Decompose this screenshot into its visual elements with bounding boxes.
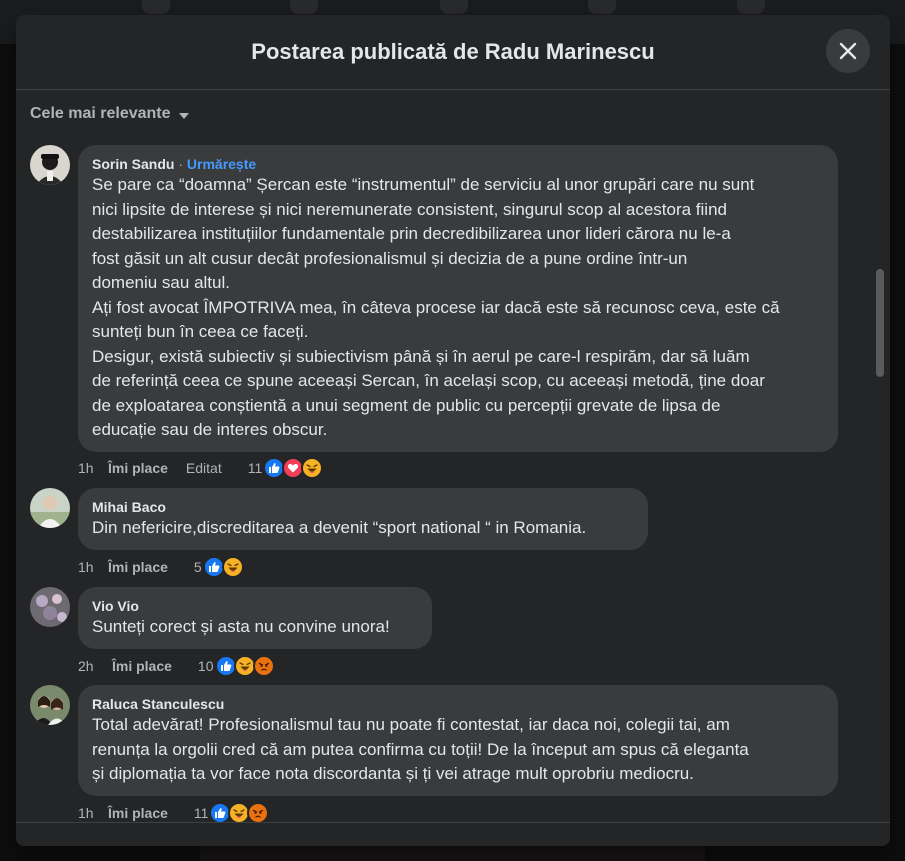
comment-time[interactable]: 1h: [78, 805, 108, 821]
comment-time[interactable]: 1h: [78, 460, 108, 476]
like-link[interactable]: Îmi place: [108, 559, 168, 575]
like-link[interactable]: Îmi place: [108, 805, 168, 821]
like-link[interactable]: Îmi place: [108, 460, 168, 476]
comment-bubble: Raluca Stanculescu Total adevărat! Profe…: [78, 685, 838, 796]
avatar[interactable]: [30, 685, 70, 725]
close-button[interactable]: [826, 29, 870, 73]
post-comments-dialog: Postarea publicată de Radu Marinescu Cel…: [16, 15, 890, 846]
avatar[interactable]: [30, 587, 70, 627]
comment-time[interactable]: 2h: [78, 658, 112, 674]
reaction-count: 11: [193, 805, 209, 821]
comment-author[interactable]: Mihai Baco: [92, 499, 166, 515]
comment-author-line: Raluca Stanculescu: [92, 695, 824, 713]
reaction-summary[interactable]: 11: [194, 802, 270, 822]
comment-author-line: Sorin Sandu · Urmărește: [92, 156, 257, 172]
comment-text: Din nefericire,discreditarea a devenit “…: [92, 518, 587, 537]
comment-author-line: Vio Vio: [92, 597, 418, 615]
background-nav-icon: [142, 0, 170, 14]
sort-label: Cele mai relevante: [30, 105, 171, 122]
reaction-count: 11: [247, 460, 263, 476]
background-post-image: [200, 846, 705, 861]
background-nav-icon: [290, 0, 318, 14]
comment-bubble: Sorin Sandu · Urmărește Se pare ca “doam…: [78, 145, 838, 452]
comment-text: Sunteți corect și asta nu convine unora!: [92, 617, 390, 636]
comments-list[interactable]: Cele mai relevante Sorin Sandu · Urmăreș…: [16, 91, 890, 822]
comment-text: Se pare ca “doamna” Șercan este “instrum…: [92, 175, 780, 439]
close-icon: [839, 42, 857, 60]
comment-actions: 1h Îmi place Editat 11: [78, 456, 324, 480]
dialog-header: Postarea publicată de Radu Marinescu: [16, 15, 890, 90]
follow-link[interactable]: Urmărește: [187, 156, 256, 172]
scrollbar-thumb[interactable]: [876, 269, 884, 377]
caret-down-icon: [178, 112, 189, 119]
comment-author-line: Mihai Baco: [92, 498, 634, 516]
comment-time[interactable]: 1h: [78, 559, 108, 575]
comment-bubble: Mihai Baco Din nefericire,discreditarea …: [78, 488, 648, 550]
reaction-summary[interactable]: 10: [198, 655, 275, 677]
background-nav-icon: [737, 0, 765, 14]
background-nav-icon: [588, 0, 616, 14]
comment-actions: 2h Îmi place 10: [78, 654, 275, 678]
haha-reaction-icon: [301, 457, 324, 479]
avatar-image: [30, 587, 70, 627]
avatar-image: [30, 488, 70, 528]
comment-bubble: Vio Vio Sunteți corect și asta nu convin…: [78, 587, 432, 649]
reaction-summary[interactable]: 11: [248, 457, 324, 479]
avatar-image: [30, 685, 70, 725]
haha-reaction-icon: [221, 556, 244, 578]
reaction-count: 10: [197, 658, 214, 674]
avatar[interactable]: [30, 145, 70, 185]
reaction-count: 5: [193, 559, 202, 575]
angry-reaction-icon: [247, 802, 270, 822]
comment-actions: 1h Îmi place 5: [78, 555, 244, 579]
avatar-image: [30, 145, 70, 185]
comment-text: Total adevărat! Profesionalismul tau nu …: [92, 715, 749, 783]
comment-author[interactable]: Vio Vio: [92, 598, 139, 614]
dialog-title: Postarea publicată de Radu Marinescu: [251, 39, 655, 64]
edited-label[interactable]: Editat: [186, 460, 222, 476]
reaction-summary[interactable]: 5: [194, 556, 244, 578]
dialog-footer: [16, 822, 890, 846]
comment-sort-dropdown[interactable]: Cele mai relevante: [30, 105, 189, 123]
like-link[interactable]: Îmi place: [112, 658, 172, 674]
background-nav-icon: [440, 0, 468, 14]
comment-author[interactable]: Raluca Stanculescu: [92, 696, 224, 712]
avatar[interactable]: [30, 488, 70, 528]
comment-author[interactable]: Sorin Sandu: [92, 156, 174, 172]
comment-actions: 1h Îmi place 11: [78, 801, 270, 822]
scrollbar-track[interactable]: [872, 91, 890, 822]
angry-reaction-icon: [252, 655, 275, 677]
